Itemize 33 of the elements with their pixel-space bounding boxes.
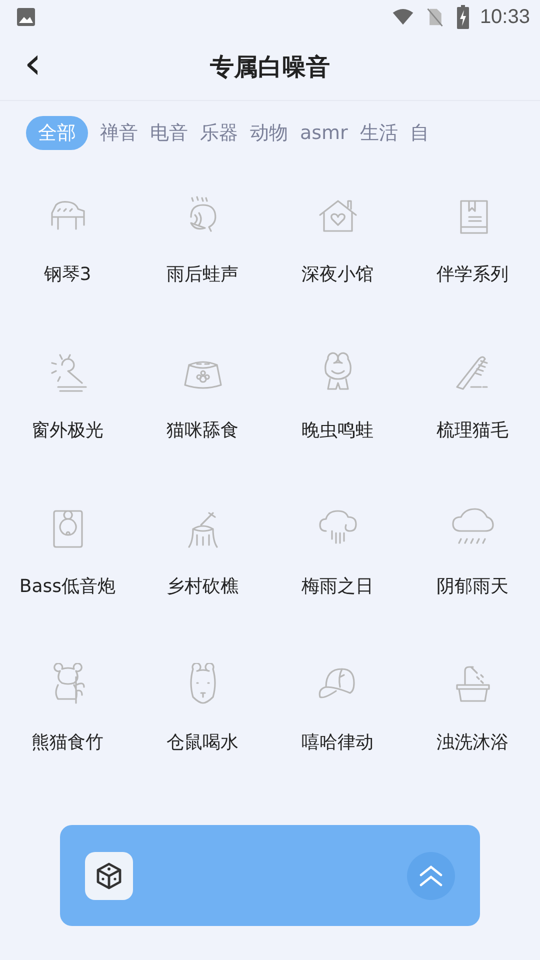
sound-name[interactable]: 雨后蛙声 (166, 262, 238, 286)
sound-name[interactable]: 伴学系列 (436, 262, 508, 286)
category-tab[interactable]: 乐器 (200, 115, 238, 151)
sound-name[interactable]: 窗外极光 (32, 418, 104, 442)
expand-button[interactable] (407, 852, 455, 900)
sound-name[interactable]: 梅雨之日 (302, 574, 374, 598)
category-tab[interactable]: asmr (300, 115, 348, 151)
sound-name[interactable]: 梳理猫毛 (436, 418, 508, 442)
category-tab[interactable]: 自 (410, 115, 429, 151)
sound-name[interactable]: 阴郁雨天 (436, 574, 508, 598)
page-title: 专属白噪音 (210, 52, 330, 83)
category-tab[interactable]: 电音 (150, 115, 188, 151)
status-time: 10:33 (480, 6, 530, 28)
double-chevron-up-icon (419, 864, 443, 886)
sound-name[interactable]: Bass低音炮 (19, 574, 116, 598)
image-icon (16, 7, 36, 27)
random-button[interactable] (85, 852, 133, 900)
battery-charging-icon (456, 5, 470, 29)
sound-name[interactable]: 嘻哈律动 (302, 730, 374, 754)
sound-name[interactable]: 钢琴3 (44, 262, 92, 286)
category-tab[interactable]: 生活 (360, 115, 398, 151)
back-button[interactable]: ‹ (18, 44, 48, 84)
sound-name[interactable]: 深夜小馆 (302, 262, 374, 286)
sound-name[interactable]: 仓鼠喝水 (166, 730, 238, 754)
sound-name[interactable]: 猫咪舔食 (166, 418, 238, 442)
sound-name[interactable]: 晚虫鸣蛙 (302, 418, 374, 442)
wifi-icon (392, 7, 414, 27)
category-tab[interactable]: 动物 (250, 115, 288, 151)
dice-icon (94, 860, 124, 890)
sound-name[interactable]: 熊猫食竹 (32, 730, 104, 754)
sound-name[interactable]: 乡村砍樵 (166, 574, 238, 598)
category-tab[interactable]: 禅音 (100, 115, 138, 151)
sound-name[interactable]: 浊洗沐浴 (436, 730, 508, 754)
